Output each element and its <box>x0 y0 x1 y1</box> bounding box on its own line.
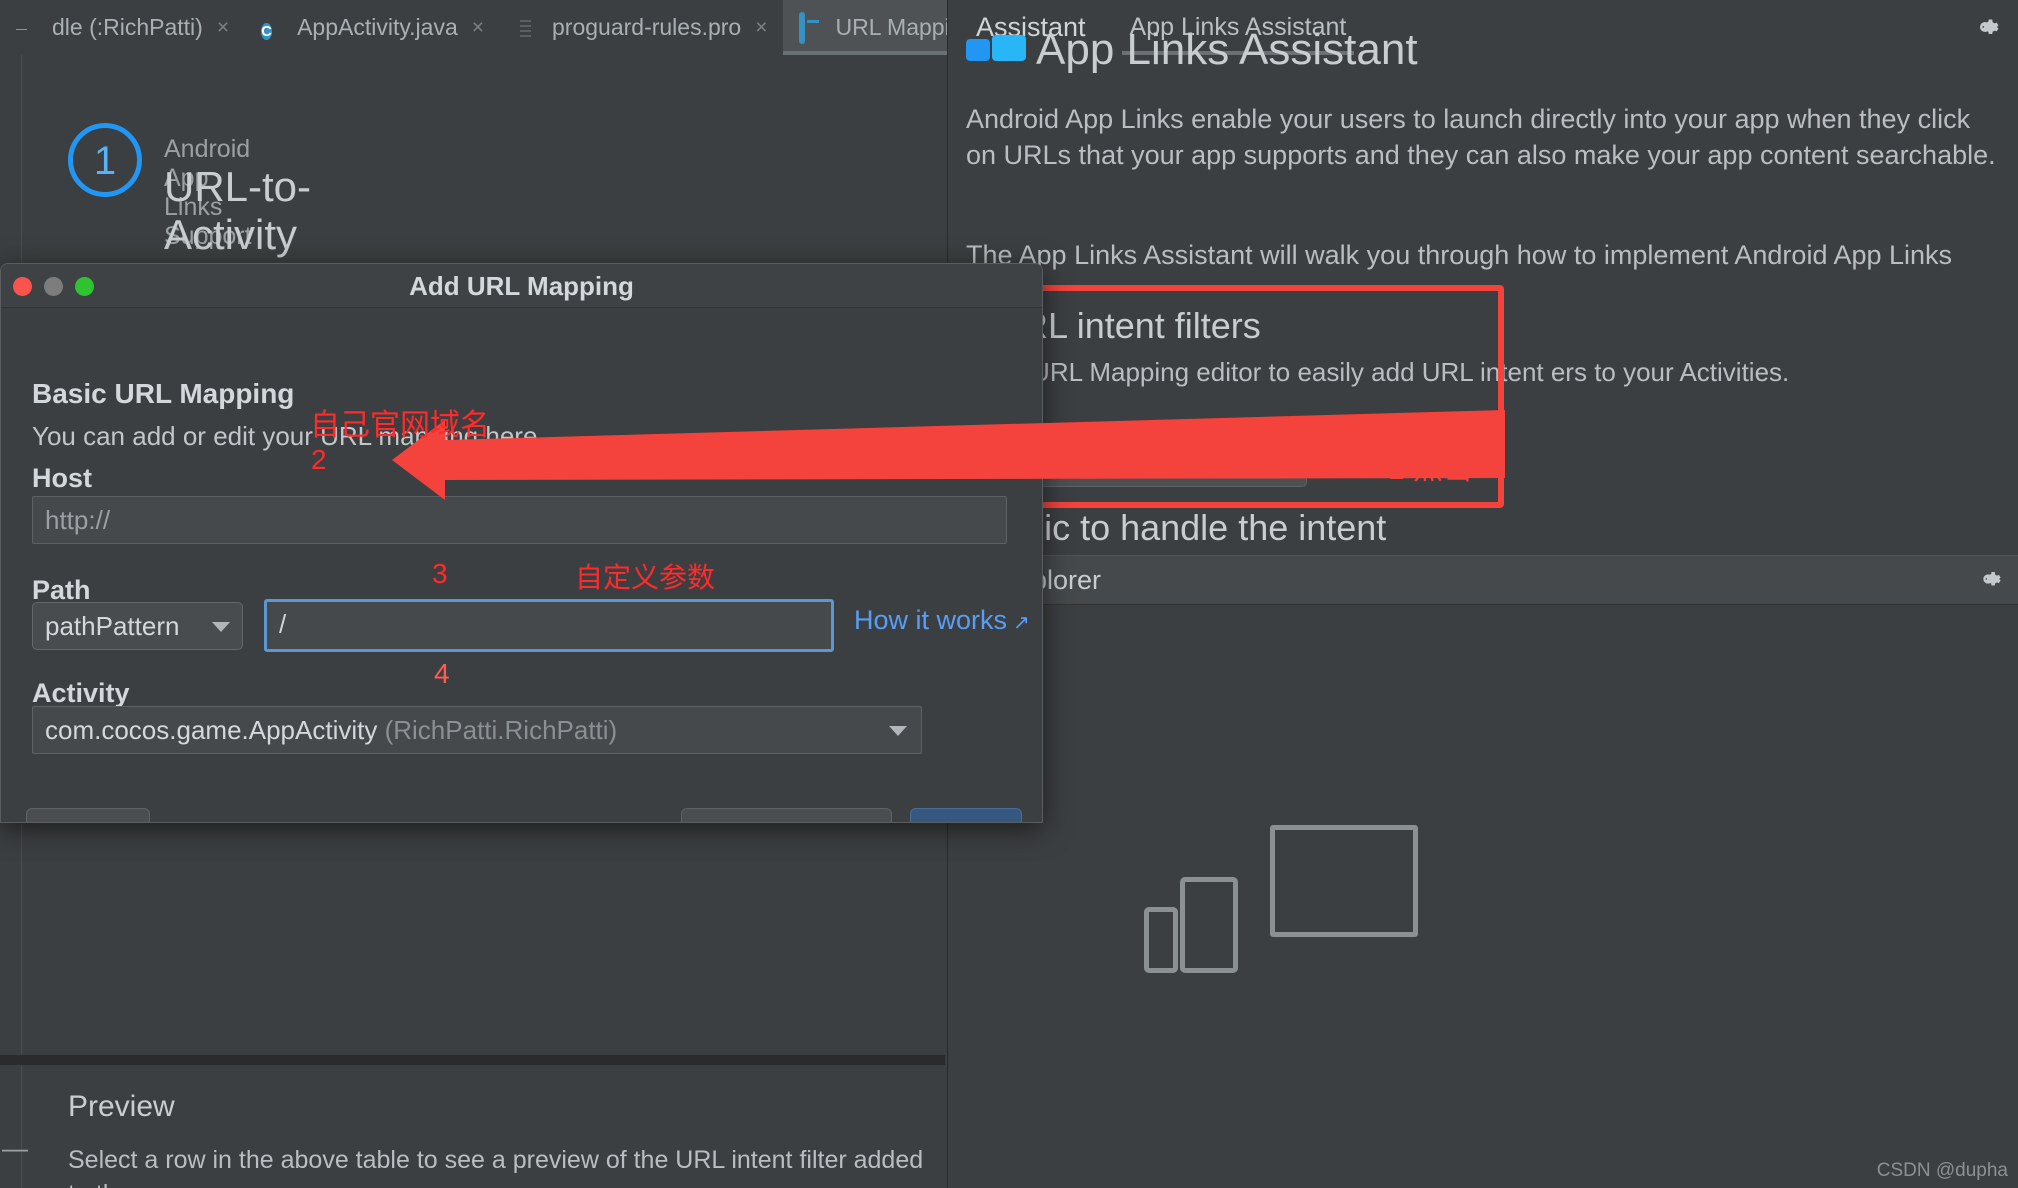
close-icon[interactable]: × <box>755 16 767 40</box>
app-links-logo-icon <box>966 33 1028 75</box>
tablet-illustration-icon <box>1180 877 1238 973</box>
chevron-down-icon <box>889 726 907 736</box>
gear-icon[interactable] <box>1970 12 2000 42</box>
annotation-host-label: 自己官网域名 <box>310 409 490 442</box>
how-it-works-link[interactable]: How it works ↗ <box>854 605 1030 636</box>
dialog-section-heading: Basic URL Mapping <box>32 378 295 409</box>
file-explorer-bar[interactable]: ile Explorer <box>948 555 2018 605</box>
activity-label: Activity <box>32 678 130 708</box>
ok-button[interactable]: OK <box>910 808 1022 822</box>
preview-divider <box>0 1055 945 1065</box>
assistant-paragraph-1: Android App Links enable your users to l… <box>966 104 1996 170</box>
gear-icon[interactable] <box>1974 565 2002 593</box>
how-it-works-label: How it works <box>854 605 1008 635</box>
app-links-assistant-panel: App Links Assistant Android App Links en… <box>947 25 2018 1188</box>
close-icon[interactable]: × <box>472 16 484 40</box>
dialog-title-bar: Add URL Mapping <box>1 264 1042 308</box>
path-pattern-select[interactable]: pathPattern <box>32 602 243 650</box>
preview-description: Select a row in the above table to see a… <box>68 1146 924 1188</box>
close-icon[interactable]: × <box>217 16 229 40</box>
link-icon <box>799 11 825 44</box>
java-class-icon: C <box>261 22 272 40</box>
add-url-mapping-dialog: Add URL Mapping Basic URL Mapping You ca… <box>0 263 1043 823</box>
show-advanced-button[interactable]: Show Advanced <box>681 808 892 822</box>
file-tabs: ⎯ dle (:RichPatti) × C AppActivity.java … <box>0 0 1120 55</box>
path-input[interactable]: / <box>264 599 834 652</box>
dialog-body: Basic URL Mapping You can add or edit yo… <box>1 308 1042 822</box>
annotation-path-label: 自定义参数 <box>575 562 716 593</box>
step-number-badge: 1 <box>68 123 142 197</box>
assistant-paragraph-2: The App Links Assistant will walk you th… <box>966 240 1953 306</box>
annotation-step-3: 3 <box>432 558 448 589</box>
tab-gradle[interactable]: ⎯ dle (:RichPatti) × <box>0 0 245 55</box>
collapse-icon[interactable]: — <box>2 1133 28 1164</box>
tab-appactivity-java[interactable]: C AppActivity.java × <box>245 0 500 55</box>
assistant-heading: App Links Assistant <box>1036 25 1418 74</box>
annotation-step-2: 2 <box>311 444 327 475</box>
tab-label: proguard-rules.pro <box>552 14 742 40</box>
activity-value: com.cocos.game.AppActivity <box>45 715 378 745</box>
gradle-icon: ⎯ <box>16 14 28 40</box>
activity-select[interactable]: com.cocos.game.AppActivity (RichPatti.Ri… <box>32 706 922 754</box>
cancel-button[interactable]: Cancel <box>26 808 150 822</box>
external-link-icon: ↗ <box>1013 612 1030 634</box>
path-input-value: / <box>279 609 287 639</box>
annotation-click-label: 1 点击 <box>1388 453 1474 486</box>
file-icon <box>516 15 542 41</box>
assistant-section-2-paragraph: e the URL Mapping editor to easily add U… <box>966 357 1790 387</box>
preview-heading: Preview <box>68 1090 175 1123</box>
tab-label: dle (:RichPatti) <box>52 14 203 40</box>
host-input[interactable]: http:// <box>32 496 1007 544</box>
activity-module: (RichPatti.RichPatti) <box>384 715 618 745</box>
tab-label: AppActivity.java <box>297 14 458 40</box>
watermark: CSDN @dupha <box>1876 1160 2008 1181</box>
annotation-step-4: 4 <box>434 658 450 689</box>
chevron-down-icon <box>212 622 230 632</box>
host-label: Host <box>32 463 92 493</box>
monitor-illustration-icon <box>1270 825 1418 937</box>
path-pattern-value: pathPattern <box>45 611 180 641</box>
tab-proguard-rules[interactable]: proguard-rules.pro × <box>500 0 783 55</box>
app-window: ⎯ dle (:RichPatti) × C AppActivity.java … <box>0 0 2018 1188</box>
dialog-title: Add URL Mapping <box>409 271 634 301</box>
phone-illustration-icon <box>1144 907 1178 973</box>
